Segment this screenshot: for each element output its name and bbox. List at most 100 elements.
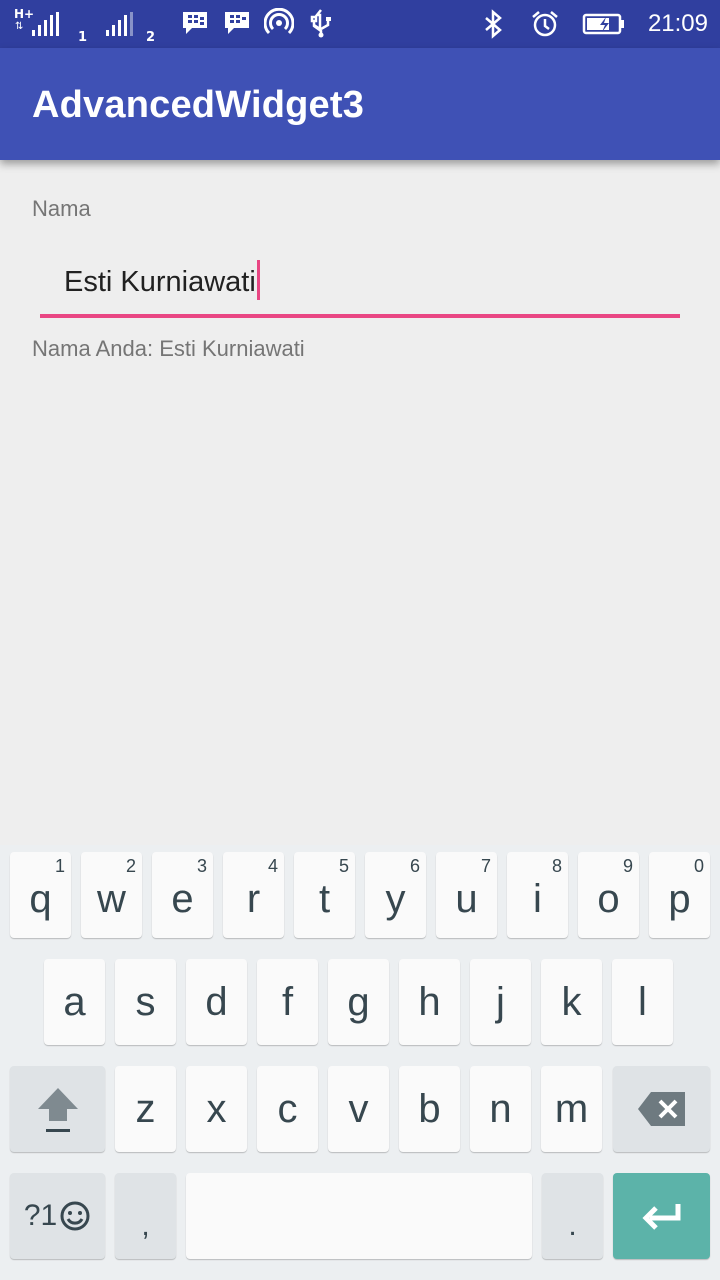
status-time: 21:09 xyxy=(647,10,708,37)
bluetooth-icon xyxy=(478,9,508,39)
key-label: m xyxy=(554,1086,589,1131)
key-hint: 8 xyxy=(551,856,562,876)
key-h[interactable]: h xyxy=(399,959,460,1045)
key-label: t xyxy=(318,876,331,921)
app-bar: AdvancedWidget3 xyxy=(0,48,720,160)
key-m[interactable]: m xyxy=(541,1066,602,1152)
key-d[interactable]: d xyxy=(186,959,247,1045)
key-f[interactable]: f xyxy=(257,959,318,1045)
backspace-key[interactable] xyxy=(613,1066,710,1152)
bbm-icon xyxy=(180,8,210,38)
key-hint: 0 xyxy=(693,856,704,876)
bbm-icon xyxy=(222,8,252,38)
key-label: i xyxy=(533,876,542,921)
key-hint: 4 xyxy=(267,856,278,876)
app-title: AdvancedWidget3 xyxy=(32,84,365,126)
key-label: h xyxy=(418,979,441,1024)
key-k[interactable]: k xyxy=(541,959,602,1045)
key-y[interactable]: y6 xyxy=(365,852,426,938)
period-key[interactable]: . xyxy=(542,1173,603,1259)
key-label: c xyxy=(277,1086,298,1131)
key-label: e xyxy=(171,876,194,921)
name-input[interactable]: Esti Kurniawati xyxy=(40,248,680,318)
key-t[interactable]: t5 xyxy=(294,852,355,938)
signal-icon-sim2: 2 xyxy=(106,8,162,45)
key-label: a xyxy=(63,979,86,1024)
status-left: H+ ⇅ 1 2 xyxy=(14,8,336,45)
alarm-icon xyxy=(530,9,560,39)
key-hint: 3 xyxy=(196,856,207,876)
key-label: w xyxy=(97,876,126,921)
key-label: s xyxy=(135,979,156,1024)
signal-bars-icon xyxy=(32,12,59,36)
name-label: Nama xyxy=(32,196,91,221)
text-cursor xyxy=(256,260,260,300)
key-label: d xyxy=(205,979,228,1024)
key-s[interactable]: s xyxy=(115,959,176,1045)
key-a[interactable]: a xyxy=(44,959,105,1045)
key-label: x xyxy=(206,1086,227,1131)
key-hint: 5 xyxy=(338,856,349,876)
key-label: k xyxy=(561,979,582,1024)
comma-key[interactable]: , xyxy=(115,1173,176,1259)
shift-key[interactable] xyxy=(10,1066,105,1152)
key-u[interactable]: u7 xyxy=(436,852,497,938)
symbols-label: ?1 xyxy=(23,1199,58,1232)
key-w[interactable]: w2 xyxy=(81,852,142,938)
signal-bars-icon xyxy=(106,12,133,36)
enter-key[interactable] xyxy=(613,1173,710,1259)
key-label: l xyxy=(638,979,647,1024)
key-g[interactable]: g xyxy=(328,959,389,1045)
key-hint: 7 xyxy=(480,856,491,876)
key-label: f xyxy=(281,979,294,1024)
enter-icon xyxy=(641,1204,680,1230)
key-label: u xyxy=(455,876,478,921)
key-label: j xyxy=(496,979,505,1024)
status-bar: H+ ⇅ 1 2 21:09 xyxy=(0,0,720,48)
result-text: Nama Anda: Esti Kurniawati xyxy=(32,336,305,361)
soft-keyboard: q1w2e3r4t5y6u7i8o9p0 asdfghjkl zxcvbnm ?… xyxy=(0,845,720,1280)
signal-icon-sim1: H+ ⇅ 1 xyxy=(14,8,87,45)
key-label: q xyxy=(29,876,52,921)
key-c[interactable]: c xyxy=(257,1066,318,1152)
sim2-label: 2 xyxy=(146,30,156,45)
key-p[interactable]: p0 xyxy=(649,852,710,938)
shift-icon xyxy=(37,1088,78,1132)
key-z[interactable]: z xyxy=(115,1066,176,1152)
space-key[interactable] xyxy=(186,1173,532,1259)
key-hint: 2 xyxy=(125,856,136,876)
key-label: p xyxy=(668,876,691,921)
key-label: r xyxy=(246,876,261,921)
key-label: o xyxy=(597,876,620,921)
key-q[interactable]: q1 xyxy=(10,852,71,938)
key-hint: 1 xyxy=(54,856,65,876)
symbols-key[interactable]: ?1 xyxy=(10,1173,105,1259)
key-e[interactable]: e3 xyxy=(152,852,213,938)
key-label: y xyxy=(385,876,406,921)
period-label: . xyxy=(568,1209,577,1242)
backspace-icon xyxy=(637,1092,685,1126)
key-j[interactable]: j xyxy=(470,959,531,1045)
key-label: g xyxy=(347,979,370,1024)
key-label: n xyxy=(489,1086,512,1131)
key-o[interactable]: o9 xyxy=(578,852,639,938)
key-label: v xyxy=(348,1086,369,1131)
key-v[interactable]: v xyxy=(328,1066,389,1152)
key-x[interactable]: x xyxy=(186,1066,247,1152)
key-r[interactable]: r4 xyxy=(223,852,284,938)
key-b[interactable]: b xyxy=(399,1066,460,1152)
battery-charging-icon xyxy=(582,9,626,39)
name-input-value: Esti Kurniawati xyxy=(64,266,256,298)
emoji-icon xyxy=(60,1201,90,1231)
key-hint: 6 xyxy=(409,856,420,876)
usb-icon xyxy=(306,8,336,38)
hotspot-icon xyxy=(264,8,294,38)
key-l[interactable]: l xyxy=(612,959,673,1045)
sim1-label: 1 xyxy=(78,30,88,45)
key-label: z xyxy=(135,1086,156,1131)
key-label: b xyxy=(418,1086,441,1131)
key-n[interactable]: n xyxy=(470,1066,531,1152)
status-right: 21:09 xyxy=(478,0,708,48)
key-hint: 9 xyxy=(622,856,633,876)
key-i[interactable]: i8 xyxy=(507,852,568,938)
